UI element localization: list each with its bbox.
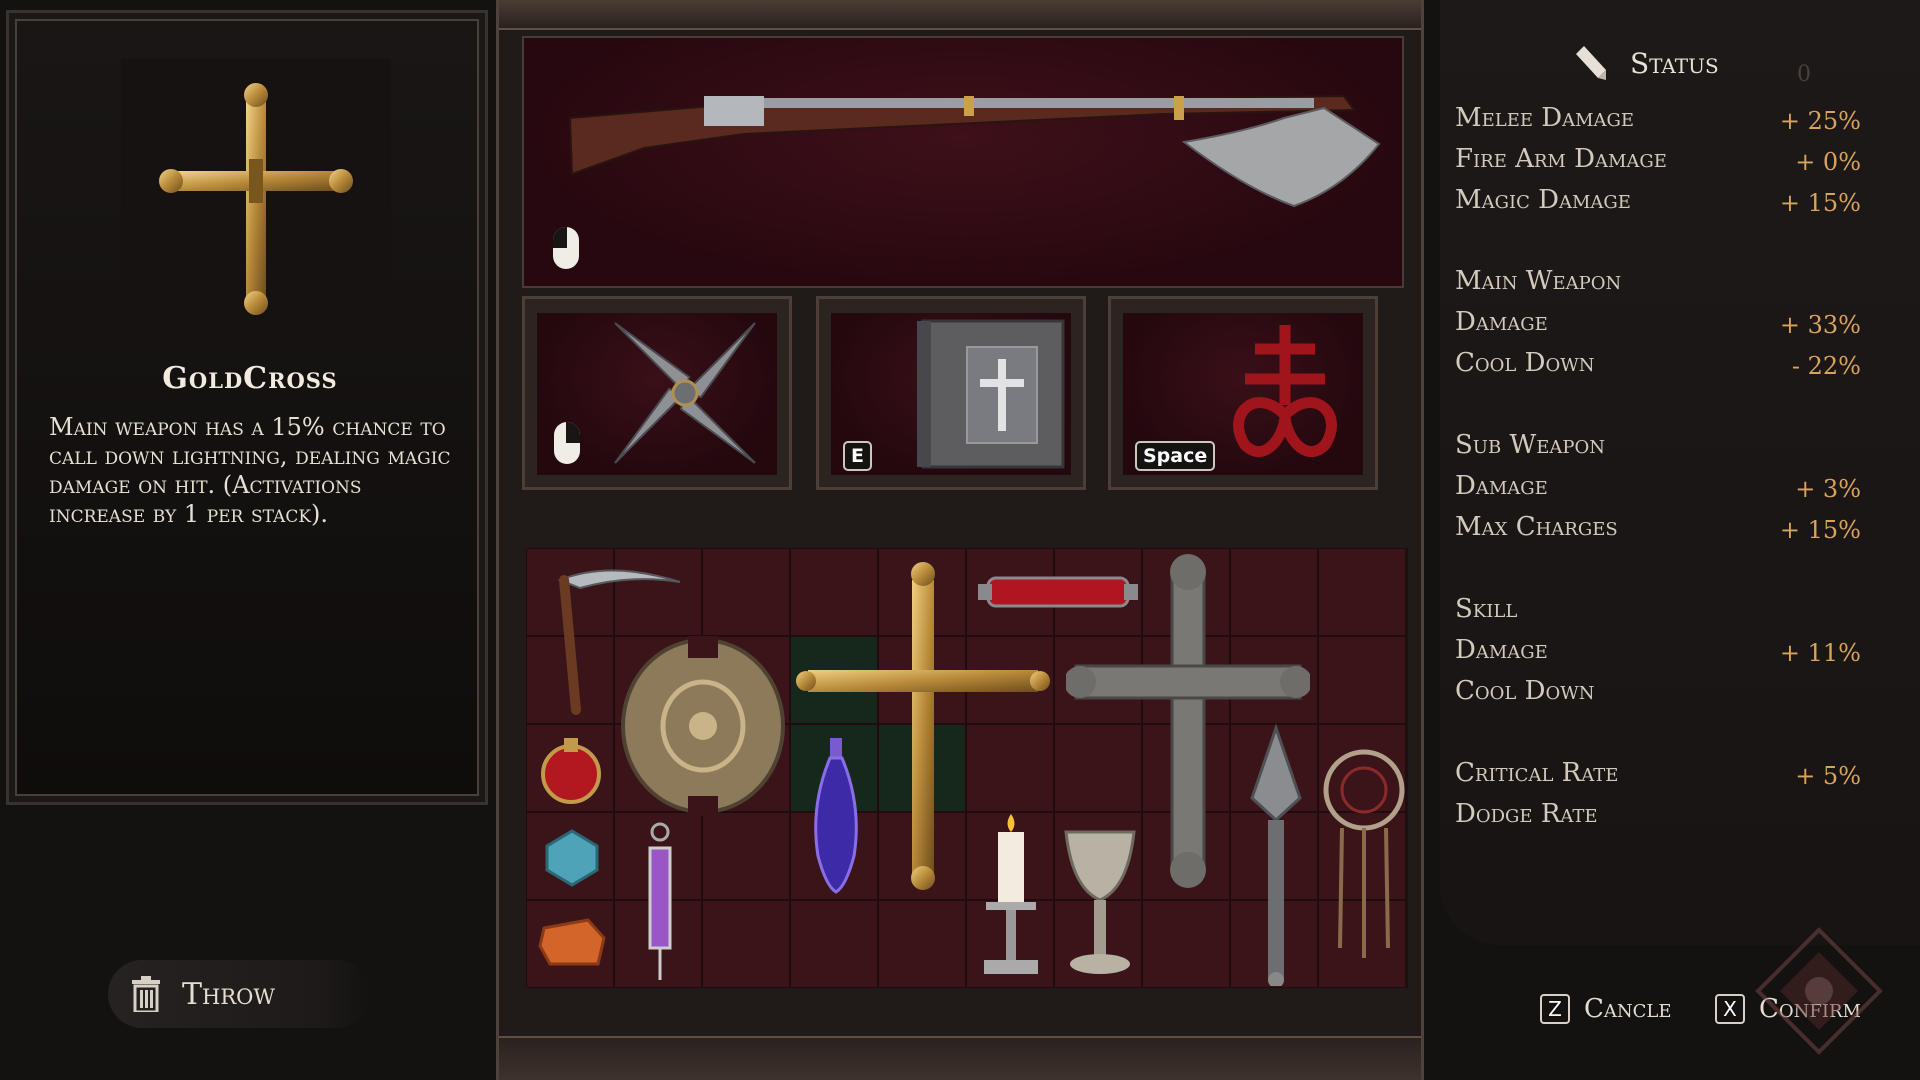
ultimate-key-space: Space — [1135, 441, 1216, 471]
stat-label: Damage — [1455, 307, 1548, 337]
stat-value: + 15% — [1779, 189, 1861, 217]
mouse-left-icon — [553, 227, 579, 269]
gold-cross-icon — [159, 83, 353, 315]
stat-label: Magic Damage — [1455, 185, 1631, 215]
inventory-cell[interactable] — [1318, 636, 1406, 724]
item-description: Main weapon has a 15% chance to call dow… — [49, 413, 451, 528]
mouse-right-icon — [554, 422, 580, 464]
stat-label: Damage — [1455, 471, 1548, 501]
stat-value: + 3% — [1795, 475, 1861, 503]
status-header: Status — [1570, 44, 1719, 82]
stat-label: Dodge Rate — [1455, 799, 1598, 829]
holy-book-icon — [917, 319, 1065, 469]
sub-weapon-slot[interactable] — [522, 296, 792, 490]
stat-value: + 33% — [1779, 311, 1861, 339]
golden-shield-icon[interactable] — [618, 636, 788, 816]
dreamcatcher-icon[interactable] — [1322, 748, 1406, 962]
item-name: GoldCross — [162, 361, 338, 396]
pencil-icon — [1576, 46, 1606, 80]
leviathan-cross-icon — [1233, 325, 1337, 457]
frame-top-bar — [499, 0, 1421, 30]
red-orb-icon[interactable] — [536, 734, 606, 804]
cancel-button[interactable]: Z Cancle — [1540, 994, 1672, 1024]
stat-label: Damage — [1455, 635, 1548, 665]
ultimate-slot[interactable]: Space — [1108, 296, 1378, 490]
stat-label: Cool Down — [1455, 348, 1595, 378]
stat-value: + 11% — [1779, 639, 1861, 667]
inventory-cell[interactable] — [702, 812, 790, 900]
item-detail-panel: GoldCross Main weapon has a 15% chance t… — [6, 10, 488, 805]
inventory-cell[interactable] — [702, 900, 790, 988]
throw-button[interactable]: Throw — [108, 960, 370, 1028]
blue-gem-icon[interactable] — [542, 828, 602, 888]
stat-label: Cool Down — [1455, 676, 1595, 706]
stat-value: + 5% — [1795, 762, 1861, 790]
stat-value: + 15% — [1779, 516, 1861, 544]
amber-crystal-icon[interactable] — [538, 918, 608, 968]
candle-icon[interactable] — [976, 814, 1046, 980]
frame-bottom-bar — [499, 1036, 1421, 1080]
status-counter: 0 — [1797, 62, 1811, 87]
stat-label: Sub Weapon — [1455, 430, 1605, 460]
inventory-cell[interactable] — [790, 900, 878, 988]
syringe-icon[interactable] — [640, 822, 680, 982]
item-portrait — [121, 59, 391, 329]
skill-key-e: E — [843, 441, 872, 471]
stat-label: Critical Rate — [1455, 758, 1619, 788]
trash-icon — [132, 976, 160, 1012]
inventory-cell[interactable] — [1142, 900, 1230, 988]
spear-talisman-icon[interactable] — [1244, 724, 1308, 986]
stat-label: Fire Arm Damage — [1455, 144, 1667, 174]
stat-value: + 25% — [1779, 107, 1861, 135]
main-weapon-slot[interactable] — [522, 36, 1404, 288]
chalice-icon[interactable] — [1062, 828, 1138, 976]
inventory-cell[interactable] — [1318, 548, 1406, 636]
confirm-key: X — [1715, 994, 1745, 1024]
stat-value: + 0% — [1795, 148, 1861, 176]
stat-label: Melee Damage — [1455, 103, 1635, 133]
throw-label: Throw — [182, 976, 275, 1012]
stat-value: - 22% — [1791, 352, 1861, 380]
cancel-key: Z — [1540, 994, 1570, 1024]
shuriken-icon — [614, 322, 756, 464]
stat-label: Main Weapon — [1455, 266, 1622, 296]
ornament-emblem-icon — [1755, 927, 1883, 1055]
status-title: Status — [1630, 46, 1719, 80]
skill-item-slot[interactable]: E — [816, 296, 1086, 490]
cancel-label: Cancle — [1584, 994, 1672, 1024]
stat-label: Max Charges — [1455, 512, 1618, 542]
stat-label: Skill — [1455, 594, 1518, 624]
inventory-cell[interactable] — [702, 548, 790, 636]
musket-axe-icon — [568, 94, 1381, 208]
inventory-cell[interactable] — [878, 900, 966, 988]
